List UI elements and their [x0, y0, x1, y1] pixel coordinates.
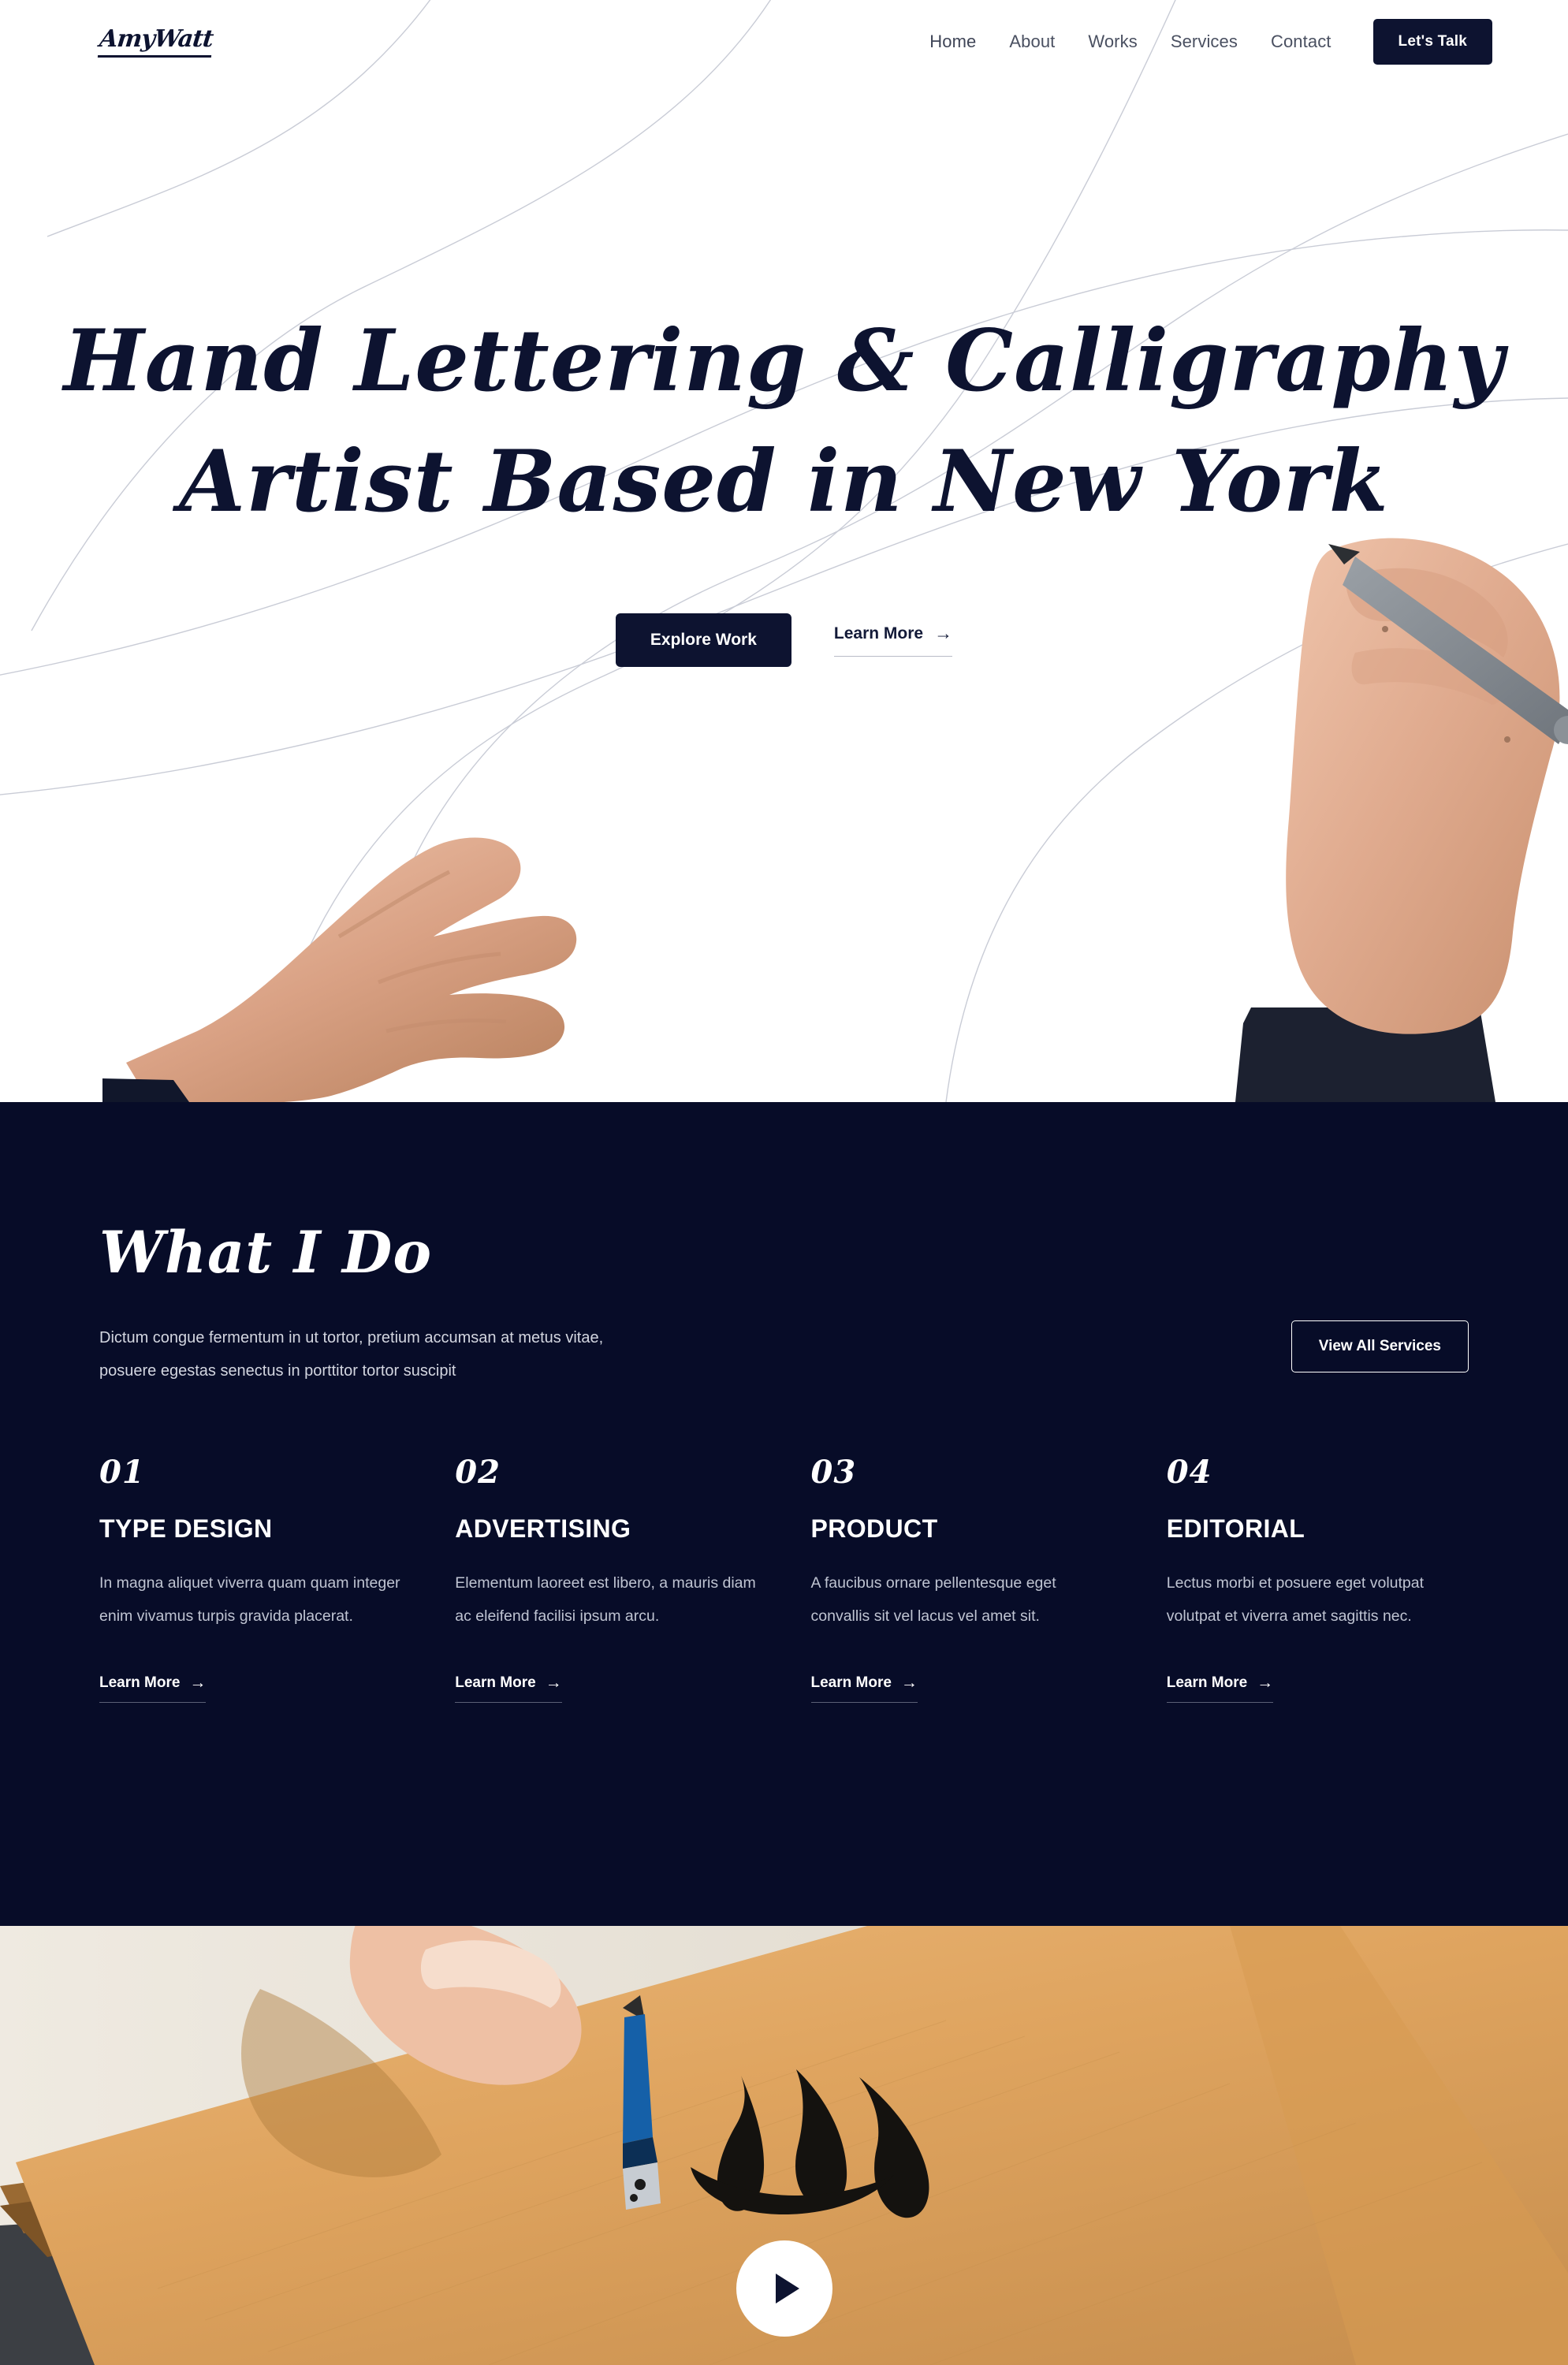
service-number: 03 — [810, 1454, 857, 1491]
service-learn-more-label: Learn More — [455, 1674, 536, 1691]
logo[interactable]: AmyWatt — [98, 25, 214, 58]
services-title: What I Do — [99, 1219, 433, 1287]
hand-holding-pen-image — [1235, 538, 1568, 1102]
service-name: ADVERTISING — [455, 1514, 631, 1543]
site-header: AmyWatt Home About Works Services Contac… — [0, 0, 1568, 83]
hero-learn-more-label: Learn More — [833, 624, 924, 642]
view-all-services-button[interactable]: View All Services — [1291, 1320, 1469, 1372]
services-subtitle: Dictum congue fermentum in ut tortor, pr… — [99, 1321, 603, 1387]
services-subtitle-line-1: Dictum congue fermentum in ut tortor, pr… — [99, 1329, 604, 1346]
arrow-right-icon: → — [189, 1674, 207, 1693]
service-description: A faucibus ornare pellentesque eget conv… — [810, 1574, 1056, 1625]
nav-item-contact[interactable]: Contact — [1254, 32, 1348, 52]
service-learn-more-link[interactable]: Learn More → — [455, 1674, 562, 1703]
services-grid: 01 TYPE DESIGN In magna aliquet viverra … — [99, 1454, 1469, 1703]
nav-item-works[interactable]: Works — [1071, 32, 1153, 52]
service-learn-more-label: Learn More — [810, 1674, 892, 1691]
lets-talk-button[interactable]: Let's Talk — [1372, 18, 1492, 65]
nav-item-about[interactable]: About — [993, 32, 1071, 52]
service-name: PRODUCT — [810, 1514, 938, 1543]
service-learn-more-link[interactable]: Learn More → — [1166, 1674, 1274, 1703]
arrow-right-icon: → — [900, 1674, 918, 1693]
nav-item-home[interactable]: Home — [913, 32, 993, 52]
landing-page: AmyWatt Home About Works Services Contac… — [0, 0, 1568, 2365]
arrow-right-icon: → — [545, 1674, 562, 1693]
service-description: In magna aliquet viverra quam quam integ… — [99, 1574, 400, 1625]
service-number: 01 — [99, 1454, 145, 1491]
hero-heading-line-1: Hand Lettering & Calligraphy — [63, 311, 1505, 411]
services-subtitle-line-2: posuere egestas senectus in porttitor to… — [99, 1362, 456, 1380]
service-card[interactable]: 01 TYPE DESIGN In magna aliquet viverra … — [99, 1454, 401, 1703]
services-intro: What I Do Dictum congue fermentum in ut … — [99, 1224, 603, 1387]
service-learn-more-label: Learn More — [99, 1674, 181, 1691]
hero-actions: Explore Work Learn More → — [0, 613, 1568, 667]
services-section: What I Do Dictum congue fermentum in ut … — [0, 1102, 1568, 1926]
service-name: EDITORIAL — [1166, 1514, 1305, 1543]
hero-section: AmyWatt Home About Works Services Contac… — [0, 0, 1568, 1102]
service-number: 02 — [455, 1454, 501, 1491]
service-learn-more-link[interactable]: Learn More → — [810, 1674, 918, 1703]
open-hand-image — [102, 837, 577, 1102]
arrow-right-icon: → — [1257, 1674, 1274, 1693]
services-header: What I Do Dictum congue fermentum in ut … — [99, 1102, 1469, 1387]
service-description: Elementum laoreet est libero, a mauris d… — [455, 1574, 756, 1625]
play-icon — [775, 2274, 799, 2304]
main-navigation: Home About Works Services Contact Let's … — [913, 18, 1492, 65]
video-section — [0, 1926, 1568, 2365]
service-learn-more-label: Learn More — [1166, 1674, 1248, 1691]
service-description: Lectus morbi et posuere eget volutpat vo… — [1166, 1574, 1425, 1625]
play-video-button[interactable] — [736, 2240, 832, 2337]
hero-learn-more-link[interactable]: Learn More → — [833, 623, 953, 657]
arrow-right-icon: → — [934, 623, 953, 643]
service-card[interactable]: 04 EDITORIAL Lectus morbi et posuere ege… — [1166, 1454, 1469, 1703]
service-name: TYPE DESIGN — [99, 1514, 273, 1543]
service-card[interactable]: 03 PRODUCT A faucibus ornare pellentesqu… — [810, 1454, 1113, 1703]
service-learn-more-link[interactable]: Learn More → — [99, 1674, 207, 1703]
nav-item-services[interactable]: Services — [1154, 32, 1254, 52]
explore-work-button[interactable]: Explore Work — [615, 613, 791, 667]
service-card[interactable]: 02 ADVERTISING Elementum laoreet est lib… — [455, 1454, 757, 1703]
service-number: 04 — [1166, 1454, 1212, 1491]
